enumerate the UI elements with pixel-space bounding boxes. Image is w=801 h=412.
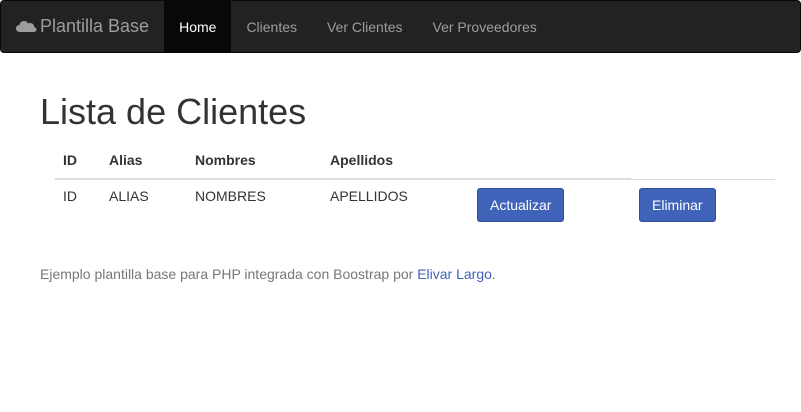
cell-delete: Eliminar	[631, 178, 775, 230]
table-header-row: ID Alias Nombres Apellidos	[55, 140, 775, 180]
nav-clientes[interactable]: Clientes	[231, 1, 312, 52]
brand-label: Plantilla Base	[40, 16, 150, 36]
footer-note: Ejemplo plantilla base para PHP integrad…	[40, 266, 496, 282]
cell-id: ID	[55, 178, 101, 230]
delete-button[interactable]: Eliminar	[639, 187, 716, 222]
footer-text: Ejemplo plantilla base para PHP integrad…	[40, 266, 418, 282]
header-actions	[469, 140, 631, 180]
page-title: Lista de Clientes	[40, 91, 307, 132]
cloud-icon	[16, 20, 37, 32]
main-nav: Home Clientes Ver Clientes Ver Proveedor…	[164, 1, 552, 52]
table-row: ID ALIAS NOMBRES APELLIDOS Actualizar El…	[55, 178, 775, 230]
header-nombres: Nombres	[187, 140, 322, 180]
cell-apellidos: APELLIDOS	[322, 178, 469, 230]
cell-alias: ALIAS	[101, 178, 187, 230]
update-button[interactable]: Actualizar	[477, 188, 565, 222]
author-link[interactable]: Elivar Largo	[417, 266, 492, 282]
header-delete	[631, 140, 775, 179]
header-id: ID	[55, 140, 101, 180]
clients-table: ID Alias Nombres Apellidos ID ALIAS NOMB…	[55, 140, 775, 230]
header-alias: Alias	[101, 140, 187, 180]
cell-update: Actualizar	[469, 178, 631, 230]
cell-nombres: NOMBRES	[187, 178, 322, 230]
nav-ver-proveedores[interactable]: Ver Proveedores	[418, 1, 552, 52]
footer-suffix: .	[491, 266, 496, 282]
navbar: Plantilla Base Home Clientes Ver Cliente…	[0, 0, 801, 53]
nav-ver-clientes[interactable]: Ver Clientes	[312, 1, 417, 52]
nav-home[interactable]: Home	[164, 1, 232, 52]
header-apellidos: Apellidos	[322, 140, 469, 180]
brand-link[interactable]: Plantilla Base	[1, 1, 164, 52]
